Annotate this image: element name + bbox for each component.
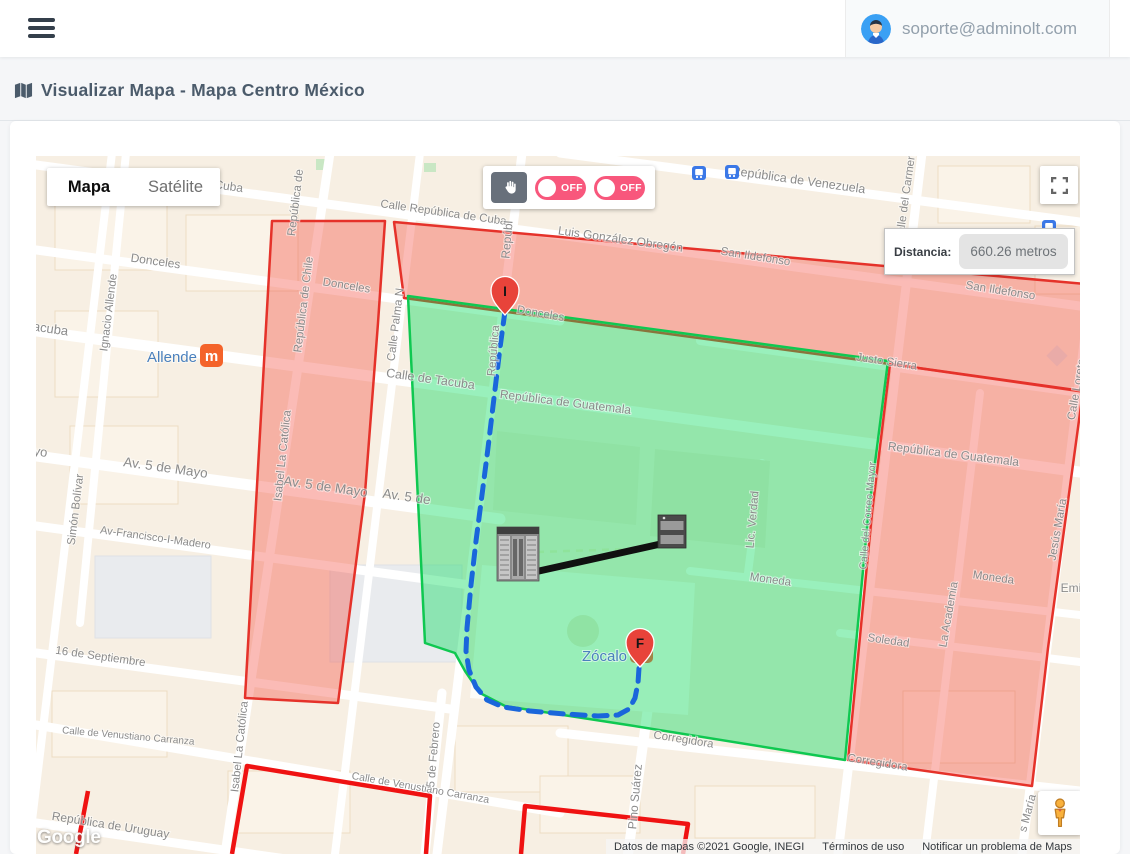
street-label: Emi	[1061, 581, 1080, 595]
place-label: Allende	[147, 349, 197, 366]
map-canvas[interactable]: de CubaCalle República de CubaLuis Gonzá…	[36, 156, 1080, 854]
distance-input[interactable]: 660.26 metros	[959, 234, 1068, 269]
user-account[interactable]: soporte@adminolt.com	[845, 0, 1110, 57]
map-type-map-button[interactable]: Mapa	[47, 168, 131, 206]
user-avatar	[861, 14, 891, 44]
hand-icon	[501, 179, 518, 196]
fullscreen-button[interactable]	[1040, 166, 1078, 204]
map-card: de CubaCalle República de CubaLuis Gonzá…	[10, 121, 1120, 854]
google-logo[interactable]: Google	[37, 827, 101, 849]
map-type-control: Mapa Satélite	[47, 168, 220, 206]
hamburger-menu-icon[interactable]	[28, 16, 55, 40]
olt-device-icon[interactable]	[497, 527, 539, 581]
svg-text:m: m	[205, 348, 218, 365]
toggle-knob	[538, 179, 556, 197]
toggle-right-label: OFF	[620, 182, 642, 194]
toggle-left-label: OFF	[561, 182, 583, 194]
marker-start-label: I	[503, 284, 507, 299]
pegman-icon	[1047, 798, 1073, 828]
marker-end-label: F	[636, 636, 644, 651]
toggle-switch-left[interactable]: OFF	[535, 176, 586, 200]
onu-device-icon[interactable]	[658, 515, 686, 548]
place-label: Zócalo	[582, 648, 627, 665]
toggle-knob	[597, 179, 615, 197]
tools-panel: OFF OFF	[483, 166, 655, 209]
fullscreen-icon	[1051, 177, 1068, 194]
distance-panel: Distancia: 660.26 metros	[884, 228, 1075, 275]
pegman-button[interactable]	[1038, 791, 1080, 835]
distance-label: Distancia:	[894, 245, 951, 259]
page-title: Visualizar Mapa - Mapa Centro México	[41, 80, 365, 101]
attribution-bar: Datos de mapas ©2021 Google, INEGI Térmi…	[606, 839, 1080, 854]
user-email: soporte@adminolt.com	[902, 19, 1077, 39]
map-icon	[14, 81, 33, 100]
top-navbar: soporte@adminolt.com	[0, 0, 1130, 57]
metro-allende-icon: m	[200, 344, 223, 367]
street-label: yo	[36, 443, 48, 460]
pan-tool-button[interactable]	[491, 172, 527, 203]
toggle-switch-right[interactable]: OFF	[594, 176, 645, 200]
map-type-satellite-button[interactable]: Satélite	[131, 168, 220, 206]
page-head: Visualizar Mapa - Mapa Centro México	[0, 57, 1130, 121]
